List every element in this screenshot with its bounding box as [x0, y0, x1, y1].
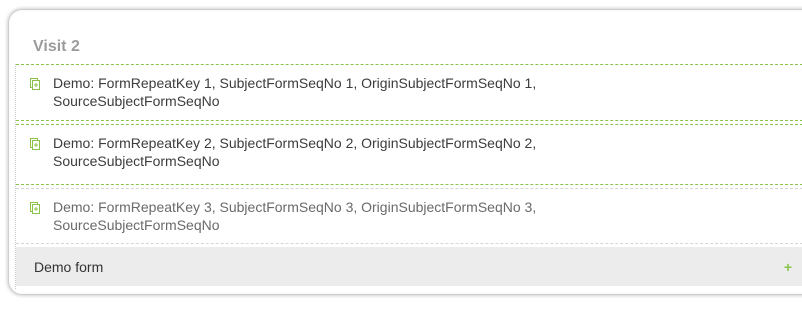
form-copy-icon	[30, 78, 40, 90]
form-item[interactable]: Demo: FormRepeatKey 2, SubjectFormSeqNo …	[16, 124, 802, 185]
form-item[interactable]: Demo: FormRepeatKey 3, SubjectFormSeqNo …	[16, 188, 802, 244]
form-item-label[interactable]: Demo: FormRepeatKey 1, SubjectFormSeqNo …	[53, 74, 693, 110]
add-icon[interactable]: +	[780, 259, 796, 275]
form-item[interactable]: Demo: FormRepeatKey 1, SubjectFormSeqNo …	[16, 64, 802, 121]
add-form-row[interactable]: Demo form +	[16, 247, 802, 286]
visit-title: Visit 2	[33, 38, 80, 55]
form-item-label[interactable]: Demo: FormRepeatKey 2, SubjectFormSeqNo …	[53, 134, 693, 170]
visit-body: Demo: FormRepeatKey 1, SubjectFormSeqNo …	[15, 64, 802, 289]
form-copy-icon	[30, 138, 40, 150]
form-copy-icon	[30, 202, 40, 214]
add-form-label: Demo form	[34, 259, 104, 275]
form-item-label[interactable]: Demo: FormRepeatKey 3, SubjectFormSeqNo …	[53, 198, 693, 234]
